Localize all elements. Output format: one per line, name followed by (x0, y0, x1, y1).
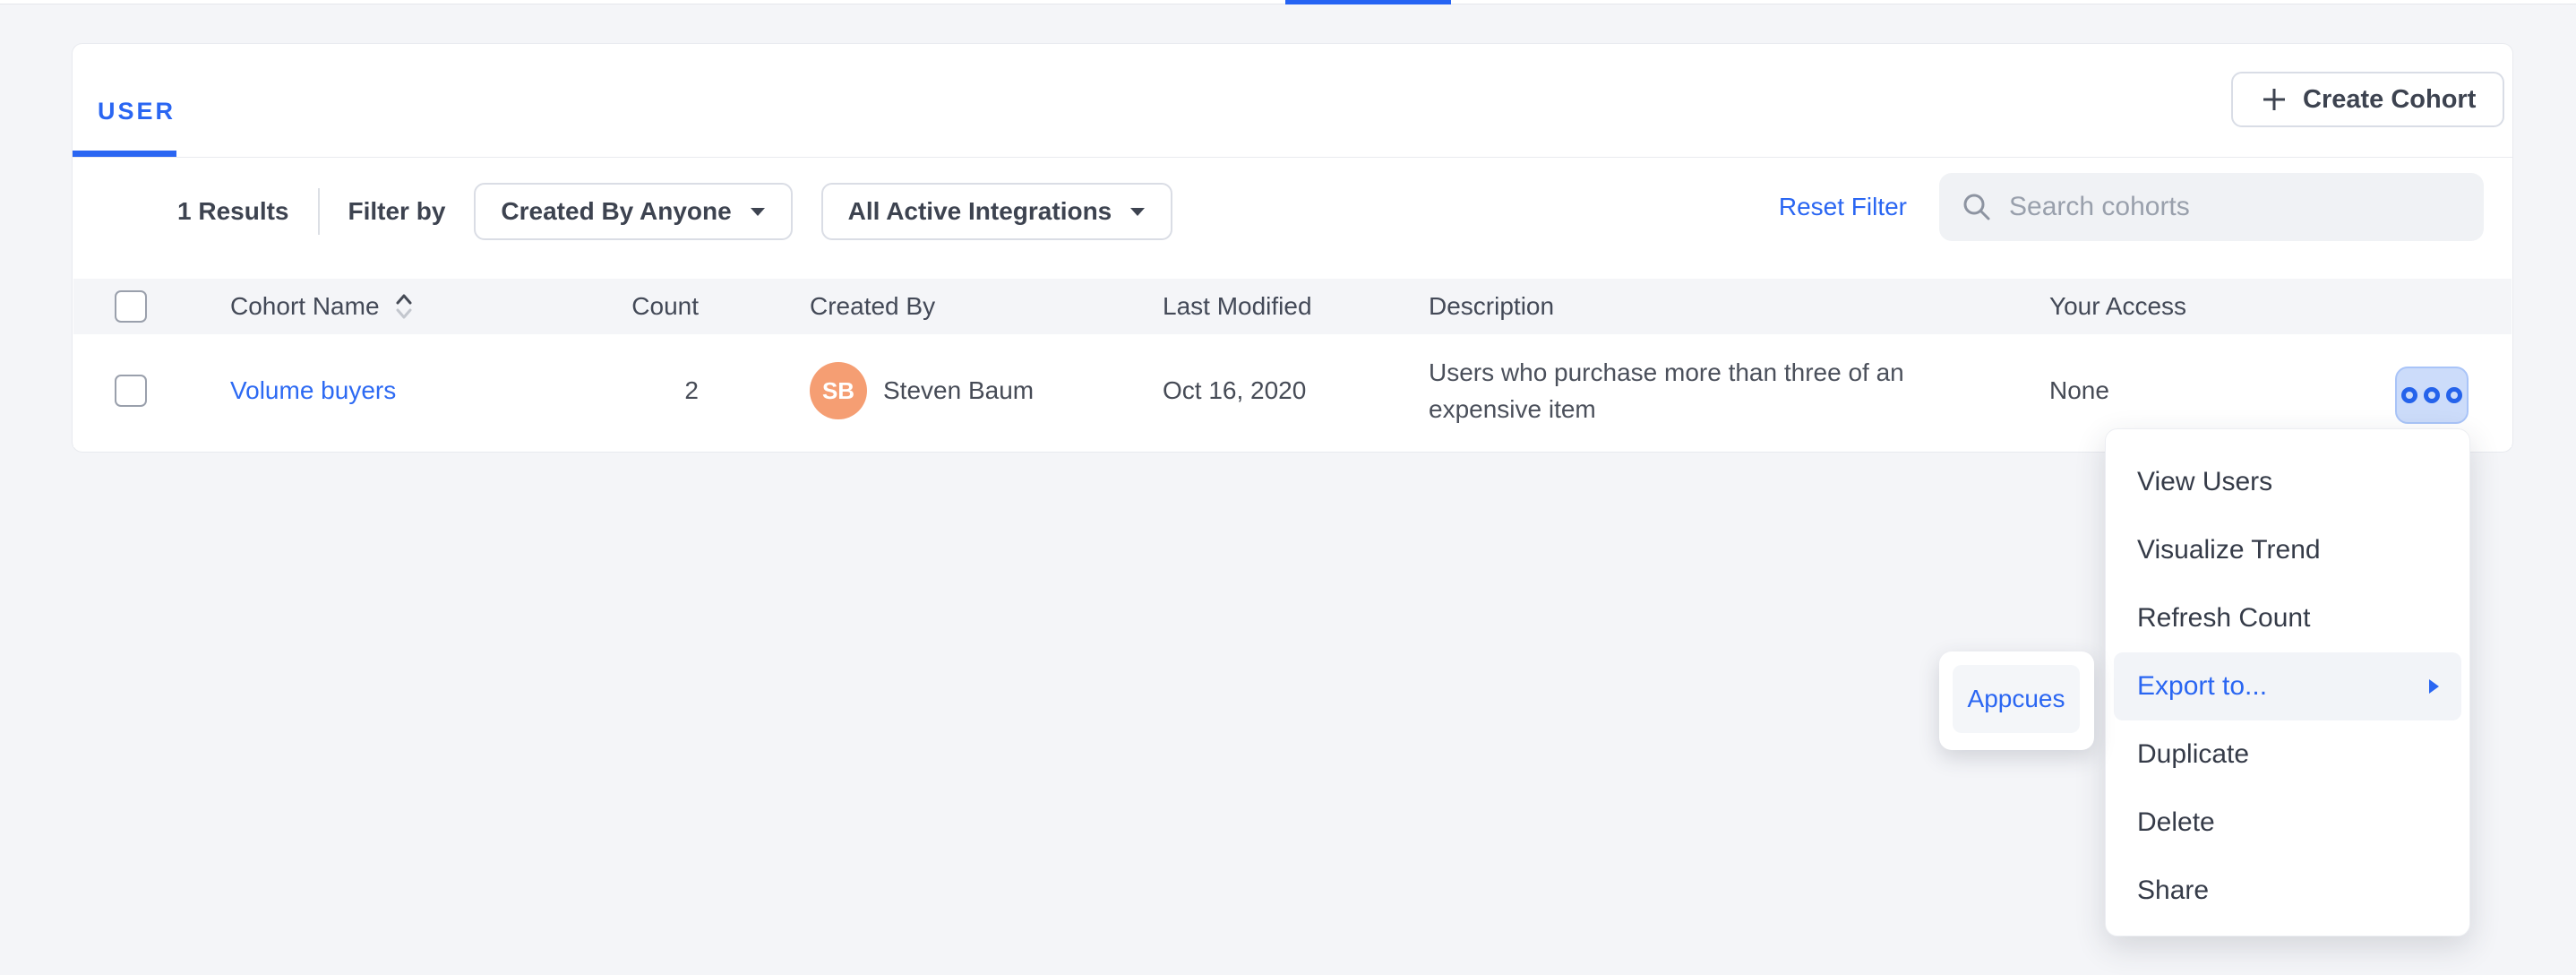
menu-item-share[interactable]: Share (2106, 857, 2469, 925)
export-submenu: Appcues (1939, 651, 2094, 750)
filter-bar-right: Reset Filter (1779, 173, 2484, 241)
submenu-arrow-icon (2427, 678, 2440, 695)
column-header-your-access: Your Access (2049, 279, 2186, 334)
search-icon (1961, 191, 1993, 223)
row-actions-menu: View Users Visualize Trend Refresh Count… (2105, 428, 2470, 936)
tabs-divider (73, 157, 2512, 158)
filter-divider (318, 188, 320, 235)
created-by-name: Steven Baum (883, 376, 1034, 405)
column-header-created-by: Created By (810, 279, 935, 334)
tab-user-underline (73, 151, 176, 157)
menu-item-visualize-trend[interactable]: Visualize Trend (2106, 516, 2469, 584)
tab-user[interactable]: USER (98, 98, 176, 125)
avatar: SB (810, 362, 867, 419)
sort-icon[interactable] (392, 290, 416, 323)
integrations-dropdown[interactable]: All Active Integrations (821, 183, 1173, 240)
created-by-dropdown-label: Created By Anyone (501, 197, 731, 226)
search-input[interactable] (2009, 192, 2439, 222)
table-header: Cohort Name Count Created By Last Modifi… (73, 279, 2512, 334)
select-all-cell (115, 279, 147, 334)
integrations-dropdown-label: All Active Integrations (848, 197, 1112, 226)
cohort-name-header-label: Cohort Name (230, 292, 380, 321)
search-box[interactable] (1939, 173, 2484, 241)
more-actions-button[interactable] (2395, 367, 2469, 424)
chevron-down-icon (750, 207, 766, 217)
menu-item-export-to[interactable]: Export to... (2114, 652, 2461, 720)
export-to-label: Export to... (2137, 671, 2267, 702)
select-all-checkbox[interactable] (115, 290, 147, 323)
submenu-item-appcues[interactable]: Appcues (1953, 665, 2080, 733)
create-cohort-label: Create Cohort (2303, 85, 2476, 115)
menu-item-refresh-count[interactable]: Refresh Count (2106, 584, 2469, 652)
column-header-count: Count (564, 279, 699, 334)
cohorts-panel: USER Create Cohort 1 Results Filter by C… (72, 43, 2513, 453)
more-dots-icon (2424, 387, 2440, 403)
created-by-dropdown[interactable]: Created By Anyone (474, 183, 792, 240)
top-nav-strip (0, 0, 2576, 4)
cohort-count: 2 (564, 334, 699, 447)
reset-filter-link[interactable]: Reset Filter (1779, 193, 1907, 221)
filter-by-label: Filter by (348, 197, 446, 226)
menu-item-view-users[interactable]: View Users (2106, 448, 2469, 516)
row-select-cell (115, 334, 147, 447)
last-modified-date: Oct 16, 2020 (1163, 334, 1306, 447)
active-tab-indicator (1285, 0, 1451, 4)
row-checkbox[interactable] (115, 375, 147, 407)
menu-item-duplicate[interactable]: Duplicate (2106, 720, 2469, 789)
created-by-cell: SB Steven Baum (810, 334, 1034, 447)
your-access-value: None (2049, 334, 2109, 447)
menu-item-delete[interactable]: Delete (2106, 789, 2469, 857)
more-dots-icon (2401, 387, 2417, 403)
results-count: 1 Results (177, 197, 289, 226)
more-dots-icon (2446, 387, 2462, 403)
cohort-name-link[interactable]: Volume buyers (230, 376, 396, 405)
create-cohort-button[interactable]: Create Cohort (2231, 72, 2504, 127)
column-header-cohort-name[interactable]: Cohort Name (230, 279, 416, 334)
column-header-description: Description (1429, 279, 1554, 334)
chevron-down-icon (1129, 207, 1146, 217)
plus-icon (2260, 85, 2288, 114)
filter-bar: 1 Results Filter by Created By Anyone Al… (177, 183, 1172, 240)
cohort-description: Users who purchase more than three of an… (1429, 354, 1939, 427)
column-header-last-modified: Last Modified (1163, 279, 1312, 334)
